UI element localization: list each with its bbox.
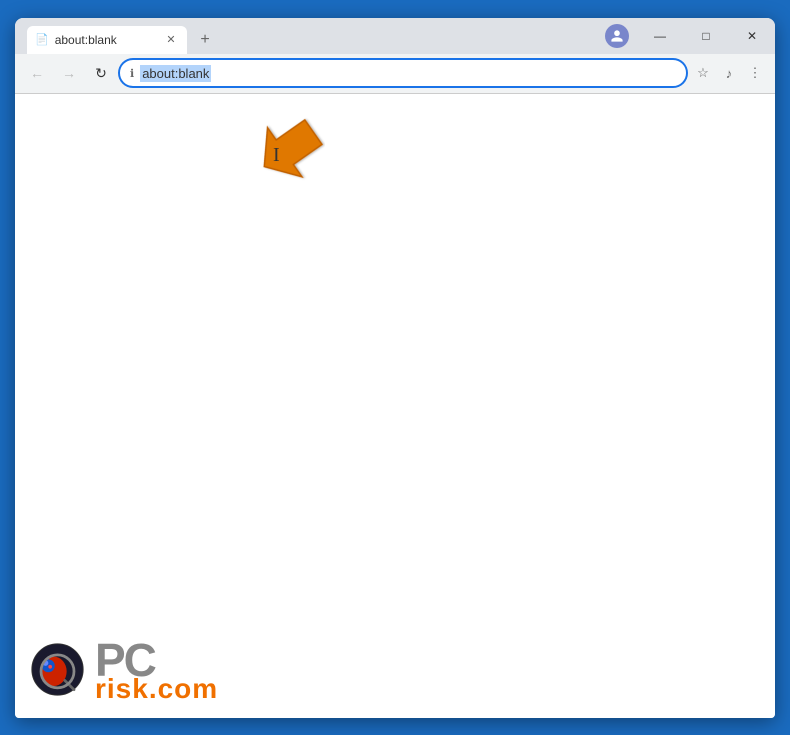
music-button[interactable]: ♪	[717, 61, 741, 85]
profile-icon[interactable]	[605, 24, 629, 48]
tab-close-button[interactable]: ✕	[163, 32, 179, 48]
info-icon: ℹ	[130, 67, 134, 80]
new-tab-button[interactable]: +	[191, 26, 219, 54]
watermark-text: PC risk.com	[95, 637, 218, 703]
tab-title: about:blank	[55, 33, 157, 47]
tab-strip: 📄 about:blank ✕ +	[23, 18, 219, 54]
text-cursor-icon: I	[273, 144, 280, 167]
forward-button[interactable]: →	[55, 59, 83, 87]
maximize-button[interactable]: □	[683, 18, 729, 54]
menu-button[interactable]: ⋮	[743, 61, 767, 85]
pcrisk-logo	[30, 642, 85, 697]
reload-button[interactable]: ↻	[87, 59, 115, 87]
nav-actions: ☆ ♪ ⋮	[691, 61, 767, 85]
minimize-button[interactable]: —	[637, 18, 683, 54]
window-controls: — □ ✕	[597, 18, 775, 54]
tab-page-icon: 📄	[35, 33, 49, 46]
nav-bar: ← → ↻ ℹ about:blank ☆ ♪ ⋮	[15, 54, 775, 94]
active-tab[interactable]: 📄 about:blank ✕	[27, 26, 187, 54]
bookmark-button[interactable]: ☆	[691, 61, 715, 85]
profile-area[interactable]	[597, 24, 637, 48]
browser-window: 📄 about:blank ✕ + — □ ✕	[15, 18, 775, 718]
close-button[interactable]: ✕	[729, 18, 775, 54]
address-bar[interactable]: ℹ about:blank	[119, 59, 687, 87]
watermark: PC risk.com	[30, 637, 218, 703]
risk-domain: risk.com	[95, 675, 218, 703]
back-button[interactable]: ←	[23, 59, 51, 87]
content-area: I PC risk.com	[15, 94, 775, 718]
address-text[interactable]: about:blank	[140, 65, 211, 82]
title-bar: 📄 about:blank ✕ + — □ ✕	[15, 18, 775, 54]
